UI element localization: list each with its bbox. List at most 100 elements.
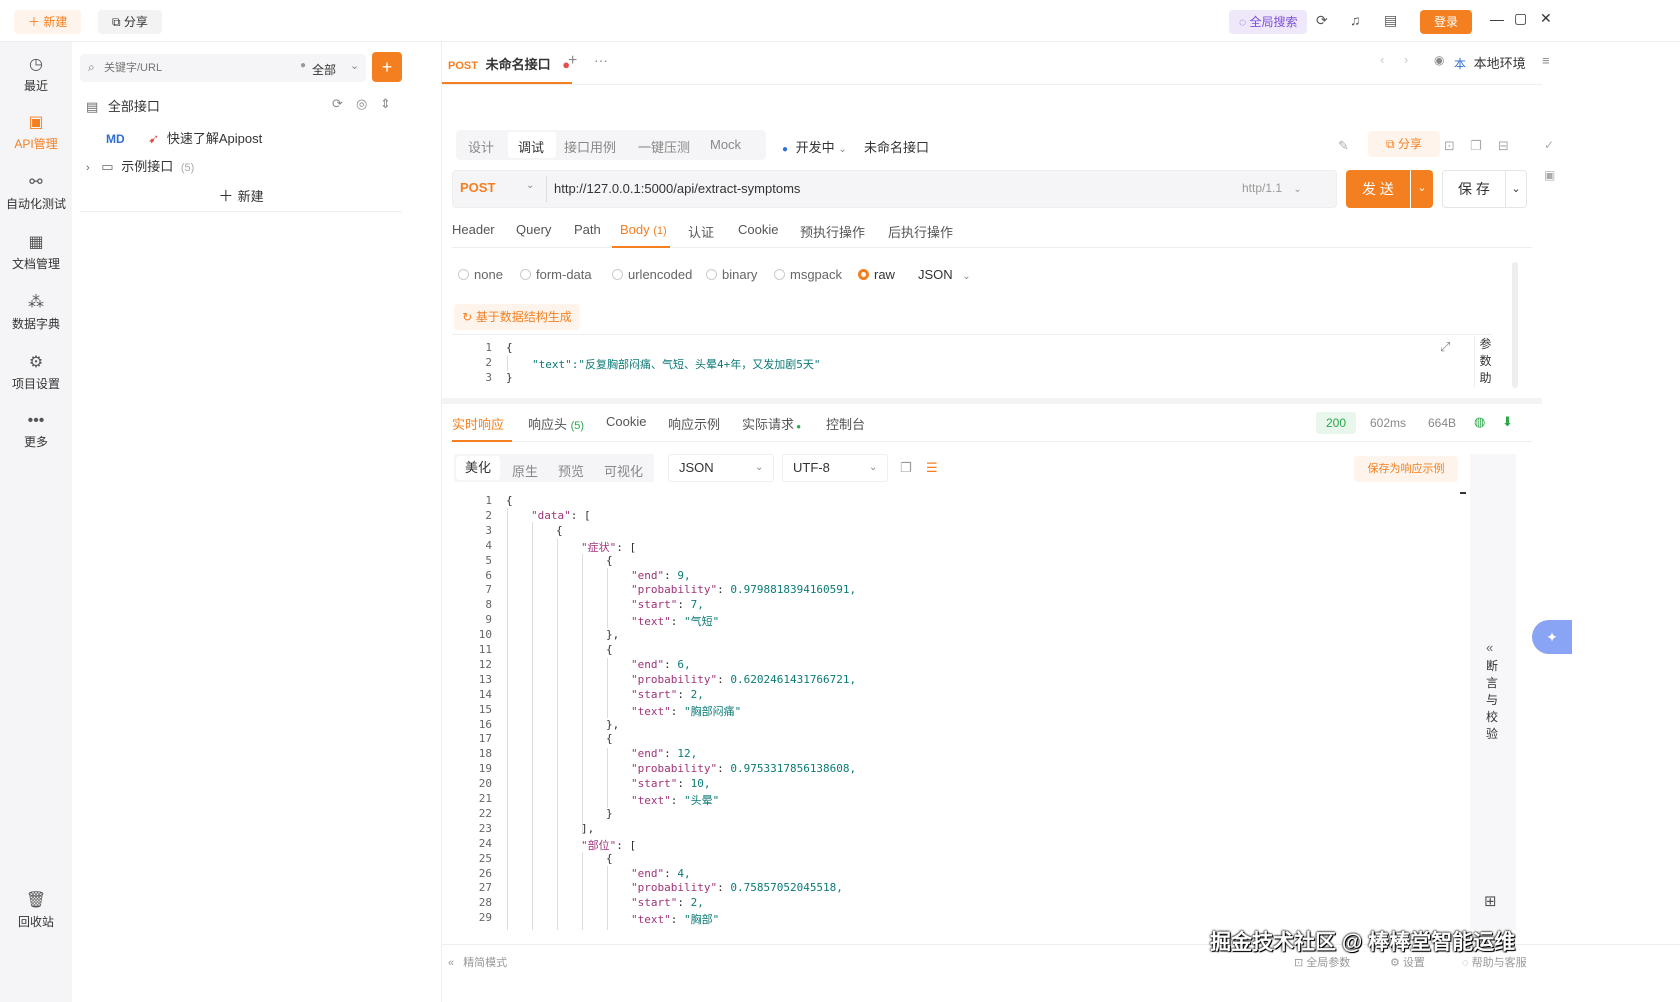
archive-icon[interactable]: ⊟ xyxy=(1498,138,1509,154)
send-button[interactable]: 发 送 xyxy=(1346,170,1410,208)
download-icon[interactable]: ⬇ xyxy=(1502,414,1513,430)
radio-form-data[interactable]: form-data xyxy=(520,267,592,282)
tab-response-headers[interactable]: 响应头 (5) xyxy=(528,414,584,433)
ai-assistant-icon[interactable]: ✦ xyxy=(1532,620,1572,654)
maximize-icon[interactable]: ▢ xyxy=(1514,10,1527,27)
protocol-select[interactable]: http/1.1 ⌄ xyxy=(1242,181,1302,195)
tree-item-quick[interactable]: MD ➹ 快速了解Apipost xyxy=(106,128,406,148)
globe-icon[interactable]: ◍ xyxy=(1474,414,1485,430)
nav-api[interactable]: ▣ API管理 xyxy=(0,112,72,152)
panel-divider[interactable] xyxy=(442,398,1542,404)
param-helper[interactable]: 参 数 助 xyxy=(1474,336,1496,387)
tree-root[interactable]: ▤ 全部接口 ⟳ ◎ ⇕ xyxy=(86,96,406,116)
login-button[interactable]: 登录 xyxy=(1420,10,1473,34)
view-visual[interactable]: 可视化 xyxy=(604,461,643,480)
radio-raw[interactable]: raw xyxy=(858,267,895,282)
notes-icon[interactable]: ▤ xyxy=(1384,12,1397,29)
check-icon[interactable]: ✓ xyxy=(1544,138,1554,152)
compact-mode-toggle[interactable]: « 精简模式 xyxy=(448,954,507,970)
global-search-button[interactable]: ◌ 全局搜索 xyxy=(1229,10,1308,34)
radio-binary[interactable]: binary xyxy=(706,267,757,282)
format-icon[interactable]: ✎ xyxy=(1338,138,1349,154)
response-scrollbar[interactable] xyxy=(1460,492,1466,498)
tab-query[interactable]: Query xyxy=(516,222,551,237)
help-link[interactable]: ◌ 帮助与客服 xyxy=(1462,954,1527,970)
method-select[interactable]: POST ⌄ xyxy=(460,180,540,195)
settings-link[interactable]: ⚙ 设置 xyxy=(1390,954,1425,970)
global-params-link[interactable]: ⊡ 全局参数 xyxy=(1294,954,1350,970)
close-icon[interactable]: ✕ xyxy=(1540,10,1552,27)
nav-trash[interactable]: 🗑 回收站 xyxy=(0,890,72,930)
tab-path[interactable]: Path xyxy=(574,222,601,237)
nav-recent[interactable]: ◷ 最近 xyxy=(0,54,72,94)
mode-mock[interactable]: Mock xyxy=(710,137,741,152)
expand-icon[interactable]: ⤢ xyxy=(1440,339,1450,355)
save-options-icon[interactable]: ⌄ xyxy=(1505,170,1527,208)
nav-dictionary[interactable]: ⁂ 数据字典 xyxy=(0,292,72,332)
url-input[interactable]: http://127.0.0.1:5000/api/extract-sympto… xyxy=(554,181,800,196)
nav-more[interactable]: ••• 更多 xyxy=(0,412,72,450)
api-name-input[interactable]: 未命名接口 xyxy=(864,137,929,156)
tab-post-script[interactable]: 后执行操作 xyxy=(888,222,953,241)
tab-auth[interactable]: 认证 xyxy=(688,222,714,241)
lock-icon[interactable]: ⊡ xyxy=(1444,138,1455,154)
tab-actual-request[interactable]: 实际请求 ● xyxy=(742,414,801,433)
layout-icon[interactable]: ⊞ xyxy=(1484,892,1497,910)
sort-icon[interactable]: ⇕ xyxy=(380,96,391,112)
tab-cookie[interactable]: Cookie xyxy=(738,222,778,237)
sync-icon[interactable]: ⟳ xyxy=(1316,12,1328,29)
save-button[interactable]: 保 存 xyxy=(1442,170,1506,208)
mode-stress[interactable]: 一键压测 xyxy=(638,137,690,156)
assert-panel[interactable]: « 断 言 与 校 验 ⊞ xyxy=(1470,454,1516,930)
search-input[interactable] xyxy=(104,58,284,78)
bell-icon[interactable]: ♫ xyxy=(1350,12,1361,28)
radio-none[interactable]: none xyxy=(458,267,503,282)
request-tab[interactable]: POST 未命名接口 ● xyxy=(448,54,570,78)
generate-button[interactable]: ↻ 基于数据结构生成 xyxy=(454,304,580,330)
status-select[interactable]: ● 开发中 ⌄ xyxy=(782,137,847,156)
tab-response-example[interactable]: 响应示例 xyxy=(668,414,720,433)
tab-console[interactable]: 控制台 xyxy=(826,414,865,433)
tab-more-icon[interactable]: ··· xyxy=(594,52,608,68)
locate-icon[interactable]: ◎ xyxy=(356,96,367,112)
response-format-select[interactable]: JSON ⌄ xyxy=(668,454,774,482)
response-editor[interactable]: 1 {2 "data": [3 {4 "症状": [5 {6 "end": 9, 7 "prob… xyxy=(452,492,1474,930)
tab-prev-icon[interactable]: ‹ xyxy=(1380,52,1384,67)
view-raw[interactable]: 原生 xyxy=(512,461,538,480)
env-eye-icon[interactable]: ◉ xyxy=(1434,53,1444,67)
raw-format-select[interactable]: JSON ⌄ xyxy=(918,267,971,282)
nav-automation[interactable]: ⚯ 自动化测试 xyxy=(0,172,72,212)
copy-icon[interactable]: ❐ xyxy=(1470,138,1482,154)
minimize-icon[interactable]: — xyxy=(1490,11,1504,27)
refresh-icon[interactable]: ⟳ xyxy=(332,96,343,112)
copy-response-icon[interactable]: ❐ xyxy=(900,460,912,476)
tab-live-response[interactable]: 实时响应 xyxy=(452,414,504,433)
encoding-select[interactable]: UTF-8 ⌄ xyxy=(782,454,888,482)
tab-response-cookie[interactable]: Cookie xyxy=(606,414,646,429)
radio-urlencoded[interactable]: urlencoded xyxy=(612,267,692,282)
new-item-button[interactable]: ＋ 新建 xyxy=(80,182,402,212)
share-api-button[interactable]: ⧉ 分享 xyxy=(1368,131,1440,157)
send-options-icon[interactable]: ⌄ xyxy=(1411,170,1433,208)
body-editor[interactable]: 1 2 3 { "text":"反复胸部闷痛、气短、头晕4+年，又发加剧5天" … xyxy=(452,334,1492,394)
add-tab-icon[interactable]: + xyxy=(568,52,577,70)
tab-pre-script[interactable]: 预执行操作 xyxy=(800,222,865,241)
filter-select[interactable]: 全部 xyxy=(312,61,336,78)
add-button[interactable]: + xyxy=(372,52,402,82)
tab-body[interactable]: Body (1) xyxy=(620,222,667,237)
save-example-button[interactable]: 保存为响应示例 xyxy=(1354,456,1458,482)
tab-next-icon[interactable]: › xyxy=(1404,52,1408,67)
menu-icon[interactable]: ≡ xyxy=(1542,53,1550,68)
mode-design[interactable]: 设计 xyxy=(468,137,494,156)
request-scrollbar[interactable] xyxy=(1512,262,1518,388)
tab-header[interactable]: Header xyxy=(452,222,495,237)
mode-case[interactable]: 接口用例 xyxy=(564,137,616,156)
panel-icon[interactable]: ▣ xyxy=(1544,168,1555,182)
nav-docs[interactable]: ▦ 文档管理 xyxy=(0,232,72,272)
search-box[interactable]: ⌕ ● 全部 ⌄ xyxy=(80,54,366,82)
tree-item-example[interactable]: › ▭ 示例接口 (5) xyxy=(86,156,386,176)
share-button[interactable]: ⧉ 分享 xyxy=(98,10,162,34)
view-pretty[interactable]: 美化 xyxy=(456,456,500,480)
radio-msgpack[interactable]: msgpack xyxy=(774,267,842,282)
new-button[interactable]: ＋ 新建 xyxy=(14,10,82,34)
